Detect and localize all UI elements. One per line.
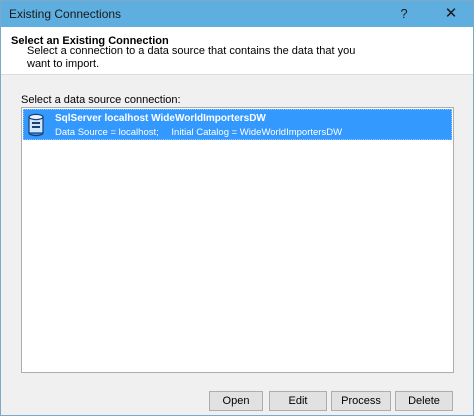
close-button[interactable]: ✕ (433, 1, 469, 27)
header-description: Select a connection to a data source tha… (27, 45, 356, 70)
edit-button[interactable]: Edit (269, 391, 327, 411)
process-button[interactable]: Process (331, 391, 391, 411)
initial-catalog-text: Initial Catalog = WideWorldImportersDW (171, 127, 343, 138)
open-button[interactable]: Open (209, 391, 263, 411)
connection-name: SqlServer localhost WideWorldImportersDW (55, 113, 266, 124)
connection-details: Data Source = localhost; Initial Catalog… (55, 127, 352, 138)
list-item[interactable]: SqlServer localhost WideWorldImportersDW… (23, 109, 452, 140)
existing-connections-dialog: Existing Connections ? ✕ Select an Exist… (0, 0, 474, 416)
header-panel: Select an Existing Connection Select a c… (1, 27, 473, 75)
title-bar[interactable]: Existing Connections ? ✕ (1, 1, 473, 27)
help-button[interactable]: ? (389, 1, 419, 27)
data-source-text: Data Source = localhost; (55, 127, 159, 138)
connection-list-label: Select a data source connection: (21, 94, 181, 106)
connection-list[interactable]: SqlServer localhost WideWorldImportersDW… (21, 107, 454, 373)
database-icon (28, 113, 44, 137)
window-title: Existing Connections (9, 7, 122, 21)
delete-button[interactable]: Delete (395, 391, 453, 411)
